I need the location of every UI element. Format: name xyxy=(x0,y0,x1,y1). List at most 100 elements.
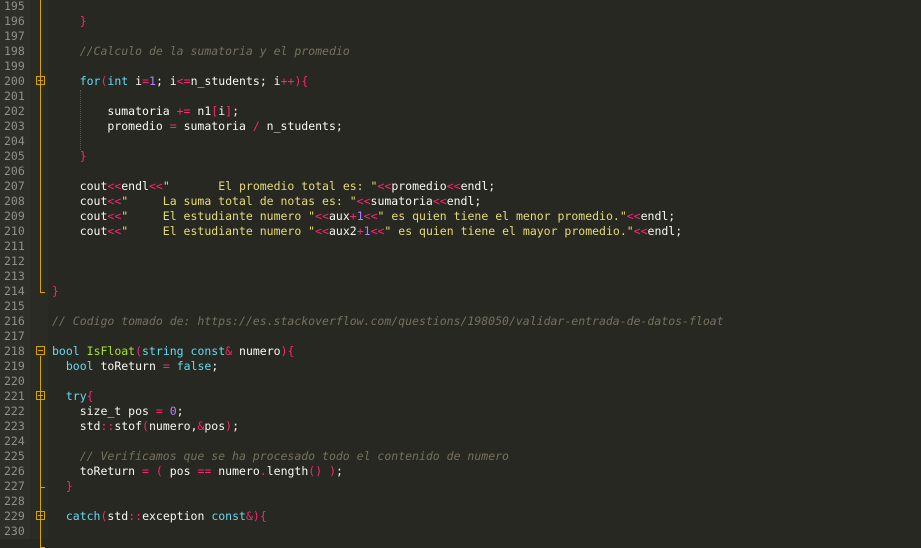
code-text[interactable]: bool toReturn = false; xyxy=(52,359,218,374)
code-token: " La suma total de notas es: " xyxy=(121,194,357,208)
code-token: ( xyxy=(142,419,149,433)
code-line[interactable]: 210 cout<<" El estudiante numero "<<aux2… xyxy=(0,224,921,239)
code-text[interactable]: toReturn = ( pos == numero.length() ); xyxy=(52,464,343,479)
code-text[interactable]: cout<<" El estudiante numero "<<aux+1<<"… xyxy=(52,209,676,224)
code-token: cout xyxy=(52,209,108,223)
code-line[interactable]: 219 bool toReturn = false; xyxy=(0,359,921,374)
code-line[interactable]: 217 xyxy=(0,329,921,344)
code-token: << xyxy=(315,209,329,223)
code-line[interactable]: 206 xyxy=(0,164,921,179)
code-token: numero xyxy=(232,344,281,358)
code-text[interactable]: for(int i=1; i<=n_students; i++){ xyxy=(52,74,309,89)
line-number: 230 xyxy=(4,524,25,538)
code-line[interactable]: 200 for(int i=1; i<=n_students; i++){ xyxy=(0,74,921,89)
code-text[interactable]: // Codigo tomado de: https://es.stackove… xyxy=(52,314,724,329)
code-token: // Codigo tomado de: https://es.stackove… xyxy=(52,314,724,328)
code-token: ) xyxy=(329,464,336,478)
code-token: << xyxy=(315,224,329,238)
code-line[interactable]: 205 } xyxy=(0,149,921,164)
code-token: //Calculo de la sumatoria y el promedio xyxy=(79,44,350,58)
code-line[interactable]: 208 cout<<" La suma total de notas es: "… xyxy=(0,194,921,209)
code-token: << xyxy=(363,209,378,223)
code-text[interactable]: catch(std::exception const&){ xyxy=(52,509,267,524)
code-line[interactable]: 197 xyxy=(0,29,921,44)
code-token: << xyxy=(107,194,122,208)
code-line[interactable]: 204 xyxy=(0,134,921,149)
line-number: 204 xyxy=(4,134,25,148)
code-line[interactable]: 209 cout<<" El estudiante numero "<<aux+… xyxy=(0,209,921,224)
code-line[interactable]: 222 size_t pos = 0; xyxy=(0,404,921,419)
code-token: // Verificamos que se ha procesado todo … xyxy=(79,449,509,463)
code-text[interactable]: try{ xyxy=(52,389,94,404)
code-token: } xyxy=(52,284,59,298)
code-text[interactable]: std::stof(numero,&pos); xyxy=(52,419,239,434)
code-text[interactable]: } xyxy=(52,149,87,164)
code-token: endl; xyxy=(640,209,676,223)
code-token: + xyxy=(349,209,357,223)
code-token: ( xyxy=(155,464,163,478)
code-line[interactable]: 228 xyxy=(0,494,921,509)
code-line[interactable]: 224 xyxy=(0,434,921,449)
code-token: cout xyxy=(52,224,108,238)
code-token: 0 xyxy=(169,404,177,418)
code-line[interactable]: 216 // Codigo tomado de: https://es.stack… xyxy=(0,314,921,329)
line-number: 218 xyxy=(4,344,25,358)
line-number: 198 xyxy=(4,44,25,58)
code-token: << xyxy=(148,179,163,193)
code-text[interactable]: size_t pos = 0; xyxy=(52,404,184,419)
code-token: ) xyxy=(280,344,288,358)
code-token: ; i xyxy=(155,74,177,88)
code-token: pos xyxy=(162,464,198,478)
code-line[interactable]: 225 // Verificamos que se ha procesado t… xyxy=(0,449,921,464)
code-line[interactable]: 212 xyxy=(0,254,921,269)
code-text[interactable]: cout<<" La suma total de notas es: "<<su… xyxy=(52,194,482,209)
code-line[interactable]: 218 bool IsFloat(string const& numero){ xyxy=(0,344,921,359)
code-line[interactable]: 202 sumatoria += n1[i]; xyxy=(0,104,921,119)
code-line[interactable]: 201 xyxy=(0,89,921,104)
code-line[interactable]: 226 toReturn = ( pos == numero.length() … xyxy=(0,464,921,479)
code-line[interactable]: 221 try{ xyxy=(0,389,921,404)
code-editor[interactable]: 195 196 } 197 198 //Calculo de la sumatoria… xyxy=(0,0,921,548)
code-line[interactable]: 195 xyxy=(0,0,921,14)
code-line[interactable]: 227 } xyxy=(0,479,921,494)
fold-toggle-icon[interactable] xyxy=(36,346,45,355)
code-line[interactable]: 196 } xyxy=(0,14,921,29)
code-token: numero, xyxy=(148,419,198,433)
code-token: endl xyxy=(121,179,149,193)
code-token: () xyxy=(308,464,323,478)
code-text[interactable]: cout<<endl<<" El promedio total es: "<<p… xyxy=(52,179,496,194)
code-text[interactable]: // Verificamos que se ha procesado todo … xyxy=(52,449,509,464)
code-text[interactable]: } xyxy=(52,14,87,29)
code-text[interactable]: bool IsFloat(string const& numero){ xyxy=(52,344,294,359)
code-text[interactable]: //Calculo de la sumatoria y el promedio xyxy=(52,44,350,59)
line-number: 220 xyxy=(4,374,25,388)
fold-region-end xyxy=(40,292,45,293)
line-number: 206 xyxy=(4,164,25,178)
code-text[interactable]: cout<<" El estudiante numero "<<aux2+1<<… xyxy=(52,224,682,239)
code-line[interactable]: 223 std::stof(numero,&pos); xyxy=(0,419,921,434)
code-token: const xyxy=(211,509,246,523)
code-token: << xyxy=(432,194,447,208)
code-line[interactable]: 203 promedio = sumatoria / n_students; xyxy=(0,119,921,134)
code-line[interactable]: 214} xyxy=(0,284,921,299)
code-token: " es quien tiene el menor promedio." xyxy=(377,209,627,223)
line-number: 229 xyxy=(4,509,25,523)
line-number: 207 xyxy=(4,179,25,193)
code-line[interactable]: 211 xyxy=(0,239,921,254)
code-line[interactable]: 207 cout<<endl<<" El promedio total es: … xyxy=(0,179,921,194)
code-line[interactable]: 199 xyxy=(0,59,921,74)
code-text[interactable]: } xyxy=(52,284,59,299)
code-line[interactable]: 198 //Calculo de la sumatoria y el prome… xyxy=(0,44,921,59)
code-line[interactable]: 220 xyxy=(0,374,921,389)
code-line[interactable]: 213 xyxy=(0,269,921,284)
code-line[interactable]: 230 xyxy=(0,524,921,539)
code-line[interactable]: 215 xyxy=(0,299,921,314)
code-token: = xyxy=(142,74,149,88)
code-text[interactable]: } xyxy=(52,479,73,494)
code-line[interactable]: 229 catch(std::exception const&){ xyxy=(0,509,921,524)
code-text[interactable]: promedio = sumatoria / n_students; xyxy=(52,119,342,134)
line-number: 226 xyxy=(4,464,25,478)
